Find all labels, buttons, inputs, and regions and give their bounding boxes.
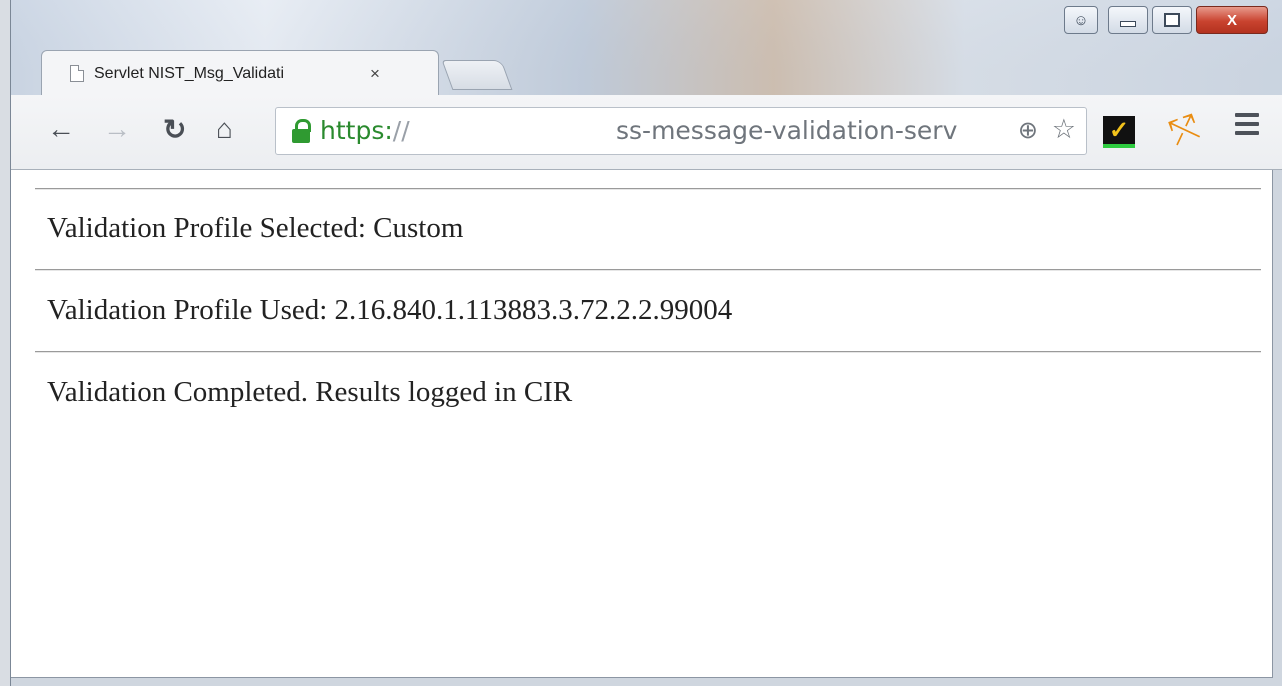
new-tab-button[interactable] [441,60,513,90]
reload-button[interactable]: ↻ [163,113,186,146]
bookmark-star-icon[interactable]: ☆ [1052,114,1076,145]
address-bar[interactable]: https:// ss-message-validation-serv ⊕ ☆ [275,107,1087,155]
minimize-button[interactable] [1108,6,1148,34]
window-controls: ☺ X [1064,6,1268,34]
user-icon: ☺ [1073,11,1089,29]
url-text: ss-message-validation-serv [616,116,958,145]
divider [35,351,1261,353]
validation-completed-text: Validation Completed. Results logged in … [47,376,573,408]
profile-selected-text: Validation Profile Selected: Custom [47,212,464,244]
home-button[interactable]: ⌂ [216,113,233,145]
toolbar: ← → ↻ ⌂ https:// ss-message-validation-s… [11,95,1282,170]
profile-used-text: Validation Profile Used: 2.16.840.1.1138… [47,294,733,326]
forward-button[interactable]: → [103,113,131,145]
tab-active[interactable]: Servlet NIST_Msg_Validati × [41,50,439,96]
back-button[interactable]: ← [47,113,75,145]
extension-target-icon[interactable]: ✓ [1103,116,1135,148]
tab-title: Servlet NIST_Msg_Validati [94,64,284,82]
menu-icon[interactable] [1235,113,1259,140]
divider [35,188,1261,190]
maximize-button[interactable] [1152,6,1192,34]
divider [35,269,1261,271]
close-window-button[interactable]: X [1196,6,1268,34]
zoom-icon[interactable]: ⊕ [1018,116,1038,145]
page-icon [70,65,84,82]
user-profile-button[interactable]: ☺ [1064,6,1098,34]
tab-close-button[interactable]: × [370,64,380,84]
minimize-icon [1120,21,1136,27]
maximize-icon [1164,13,1180,27]
browser-window: ☺ X Servlet NIST_Msg_Validati × ← → ↻ ⌂ … [10,0,1282,686]
extension-bird-icon[interactable]: ⤲ [1165,108,1204,154]
page-content: Validation Profile Selected: Custom Vali… [11,170,1273,678]
lock-icon [292,119,311,143]
url-scheme: https:// [320,116,410,145]
